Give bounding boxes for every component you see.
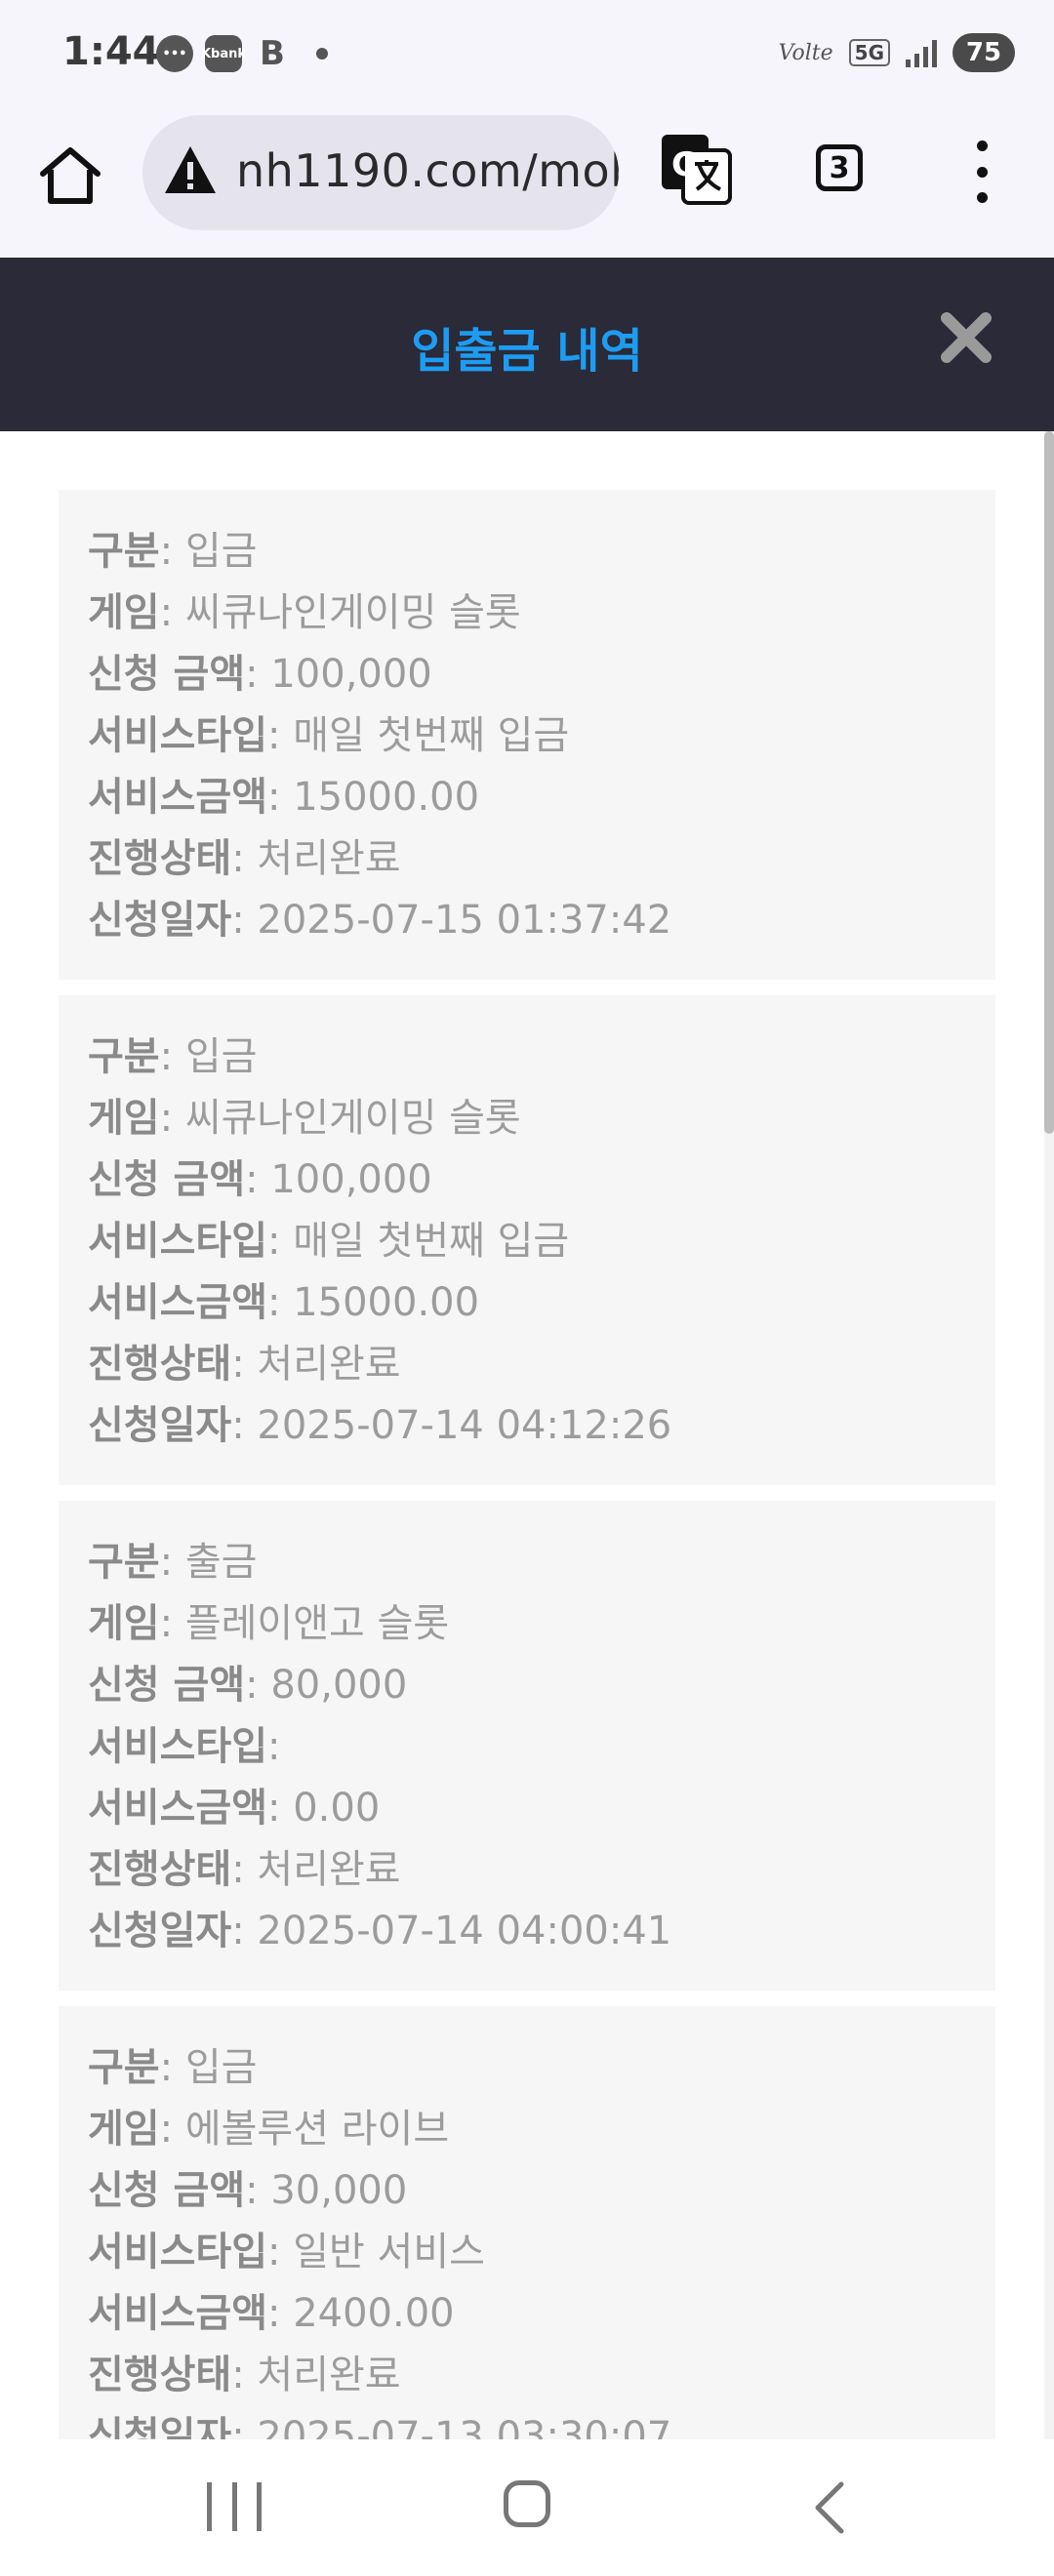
kbank-icon: Kbank [201, 35, 246, 72]
service-type-value: 매일 첫번째 입금 [293, 1219, 570, 1264]
type-value: 입금 [184, 529, 258, 574]
battery-icon: 75 [953, 33, 1015, 72]
game-value: 에볼루션 라이브 [184, 2107, 450, 2152]
transaction-list: 구분: 입금 게임: 씨큐나인게이밍 슬롯 신청 금액: 100,000 서비스… [59, 490, 995, 2439]
type-label: 구분 [88, 1034, 160, 1079]
type-value: 출금 [184, 1540, 258, 1585]
service-type-label: 서비스타입 [88, 713, 267, 758]
service-amount-value: 2400.00 [293, 2291, 455, 2336]
not-secure-warning-icon[interactable] [162, 142, 219, 199]
status-label: 진행상태 [88, 1342, 232, 1387]
game-label: 게임 [88, 1096, 160, 1141]
game-value: 씨큐나인게이밍 슬롯 [184, 1096, 521, 1141]
home-icon[interactable] [35, 141, 105, 211]
url-text[interactable]: nh1190.com/mobi [236, 144, 619, 197]
home-nav-icon[interactable] [504, 2480, 550, 2527]
game-label: 게임 [88, 1601, 160, 1646]
service-amount-label: 서비스금액 [88, 2291, 267, 2336]
back-icon[interactable] [806, 2478, 855, 2537]
amount-value: 30,000 [270, 2168, 408, 2213]
service-type-label: 서비스타입 [88, 1219, 267, 1264]
date-label: 신청일자 [88, 1403, 232, 1448]
service-amount-value: 15000.00 [293, 1280, 480, 1325]
system-icons: Volte 5G 75 [779, 33, 1015, 72]
system-navigation-bar [0, 2439, 1054, 2576]
status-value: 처리완료 [257, 2353, 401, 2397]
status-value: 처리완료 [257, 1847, 401, 1892]
amount-label: 신청 금액 [88, 1157, 246, 1202]
date-value: 2025-07-13 03:30:07 [257, 2414, 672, 2439]
transaction-card: 구분: 출금 게임: 플레이앤고 슬롯 신청 금액: 80,000 서비스타입:… [59, 1501, 995, 1991]
status-value: 처리완료 [257, 836, 401, 881]
scrollbar-thumb[interactable] [1044, 431, 1054, 1134]
chat-icon: ••• [156, 35, 193, 72]
svg-text:G: G [671, 145, 699, 184]
service-amount-value: 0.00 [293, 1786, 381, 1831]
browser-menu-icon[interactable] [960, 141, 1003, 203]
status-value: 처리완료 [257, 1342, 401, 1387]
volte-icon: Volte [778, 40, 833, 65]
date-label: 신청일자 [88, 898, 232, 943]
service-type-label: 서비스타입 [88, 1724, 267, 1769]
amount-label: 신청 금액 [88, 2168, 246, 2213]
service-type-value: 매일 첫번째 입금 [293, 713, 570, 758]
date-value: 2025-07-14 04:00:41 [257, 1909, 672, 1953]
service-type-label: 서비스타입 [88, 2230, 267, 2274]
browser-toolbar: nh1190.com/mobi G 3 [0, 109, 1054, 258]
signal-icon [906, 38, 937, 67]
address-bar[interactable]: nh1190.com/mobi [142, 115, 619, 230]
status-label: 진행상태 [88, 1847, 232, 1892]
date-label: 신청일자 [88, 1909, 232, 1953]
modal-header: 입출금 내역 [0, 258, 1054, 431]
amount-value: 100,000 [270, 652, 432, 697]
service-amount-label: 서비스금액 [88, 1280, 267, 1325]
status-label: 진행상태 [88, 2353, 232, 2397]
service-type-value: 일반 서비스 [293, 2230, 485, 2274]
status-bar: 1:44 ••• Kbank B Volte 5G 75 [0, 0, 1054, 109]
more-notifications-dot [316, 48, 328, 60]
game-label: 게임 [88, 590, 160, 635]
transaction-card: 구분: 입금 게임: 씨큐나인게이밍 슬롯 신청 금액: 100,000 서비스… [59, 490, 995, 980]
translate-icon[interactable]: G [660, 133, 732, 205]
amount-label: 신청 금액 [88, 1663, 246, 1708]
b-app-icon: B [260, 34, 285, 73]
tabs-count-button[interactable]: 3 [816, 144, 863, 191]
transaction-list-panel[interactable]: 구분: 입금 게임: 씨큐나인게이밍 슬롯 신청 금액: 100,000 서비스… [0, 431, 1054, 2439]
service-amount-value: 15000.00 [293, 775, 480, 820]
type-label: 구분 [88, 1540, 160, 1585]
type-label: 구분 [88, 2045, 160, 2090]
amount-label: 신청 금액 [88, 652, 246, 697]
recent-apps-icon[interactable] [207, 2482, 262, 2531]
scrollbar-track[interactable] [1044, 431, 1054, 2439]
type-label: 구분 [88, 529, 160, 574]
game-value: 플레이앤고 슬롯 [184, 1601, 450, 1646]
network-5g-icon: 5G [848, 39, 890, 66]
close-icon[interactable] [937, 308, 995, 367]
date-label: 신청일자 [88, 2414, 232, 2439]
amount-value: 100,000 [270, 1157, 432, 1202]
type-value: 입금 [184, 1034, 258, 1079]
game-label: 게임 [88, 2107, 160, 2152]
notification-icons: ••• Kbank B [156, 34, 328, 73]
date-value: 2025-07-14 04:12:26 [257, 1403, 672, 1448]
type-value: 입금 [184, 2045, 258, 2090]
date-value: 2025-07-15 01:37:42 [257, 898, 672, 943]
service-amount-label: 서비스금액 [88, 775, 267, 820]
game-value: 씨큐나인게이밍 슬롯 [184, 590, 521, 635]
amount-value: 80,000 [270, 1663, 408, 1708]
transaction-card: 구분: 입금 게임: 에볼루션 라이브 신청 금액: 30,000 서비스타입:… [59, 2006, 995, 2439]
status-time: 1:44 [62, 29, 160, 74]
status-label: 진행상태 [88, 836, 232, 881]
transaction-card: 구분: 입금 게임: 씨큐나인게이밍 슬롯 신청 금액: 100,000 서비스… [59, 995, 995, 1485]
service-amount-label: 서비스금액 [88, 1786, 267, 1831]
modal-title: 입출금 내역 [411, 324, 643, 379]
